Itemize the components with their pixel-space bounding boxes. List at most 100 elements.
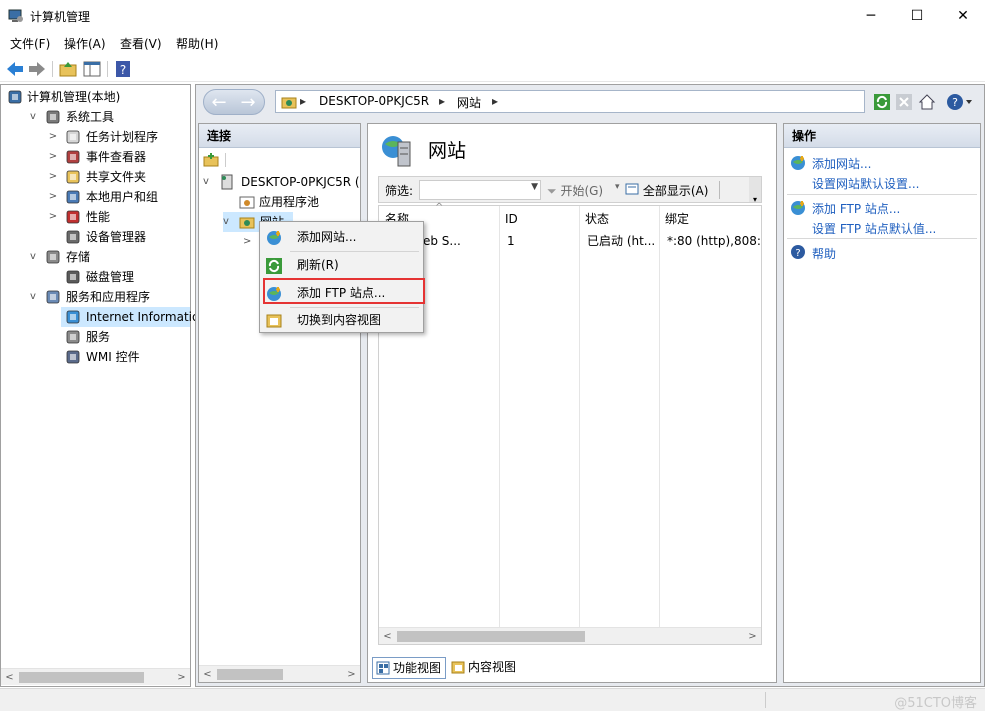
expanded-chevron-icon[interactable]: v — [27, 247, 39, 267]
connections-horizontal-scrollbar[interactable]: < > — [199, 665, 360, 682]
back-arrow-icon[interactable] — [5, 59, 25, 79]
tree-horizontal-scrollbar[interactable]: < > — [1, 668, 190, 685]
tab-content-view[interactable]: 内容视图 — [448, 657, 520, 679]
filter-input[interactable]: ▼ — [419, 180, 541, 200]
window-title: 计算机管理 — [30, 10, 91, 24]
maximize-button[interactable]: ☐ — [894, 0, 940, 32]
tree-item-11[interactable]: Internet Information S — [61, 307, 218, 327]
toolbar: ? — [0, 55, 985, 82]
breadcrumb-sites[interactable]: 网站 — [457, 94, 481, 111]
home-icon[interactable] — [918, 93, 936, 114]
list-horizontal-scrollbar[interactable]: < > — [379, 627, 761, 644]
tree-item-10[interactable]: v 服务和应用程序 — [1, 287, 190, 307]
help-icon: ? — [790, 244, 806, 263]
svg-text:?: ? — [795, 248, 800, 259]
site-id-cell: 1 — [507, 234, 515, 248]
tree-item-2[interactable]: > 任务计划程序 — [1, 127, 190, 147]
main-title: 网站 — [428, 140, 467, 162]
content-view-icon — [266, 312, 282, 338]
filter-dropdown-icon[interactable]: ▼ — [531, 182, 538, 192]
tree-item-8[interactable]: v 存储 — [1, 247, 190, 267]
tree-item-13[interactable]: WMI 控件 — [1, 347, 190, 367]
tree-item-3[interactable]: > 事件查看器 — [1, 147, 190, 167]
breadcrumb: ▸ DESKTOP-0PKJC5R ▸ 网站 ▸ — [275, 90, 865, 113]
sites-list: 名称 ^ ID 状态 绑定 ault Web S... 1 已启动 (ht...… — [378, 202, 762, 645]
help-icon[interactable]: ? — [113, 59, 133, 79]
collapsed-chevron-icon[interactable]: > — [47, 147, 59, 167]
scroll-right-icon[interactable]: > — [173, 669, 190, 686]
scroll-thumb[interactable] — [217, 669, 283, 680]
menu-file[interactable]: 文件(F) — [10, 35, 50, 52]
column-binding[interactable]: 绑定 — [659, 208, 689, 230]
sites-globe-icon — [380, 134, 414, 171]
menu-action[interactable]: 操作(A) — [64, 35, 106, 52]
show-all-icon — [625, 183, 643, 198]
close-button[interactable]: ✕ — [940, 0, 985, 32]
collapsed-chevron-icon[interactable]: > — [47, 207, 59, 227]
tree-item-6[interactable]: > 性能 — [1, 207, 190, 227]
tree-item-7[interactable]: 设备管理器 — [1, 227, 190, 247]
tree-item-label: 事件查看器 — [86, 150, 147, 164]
scroll-left-icon[interactable]: < — [1, 669, 18, 686]
features-view-icon — [376, 661, 390, 681]
nav-back-icon[interactable]: ← — [207, 93, 231, 115]
status-bar: @51CTO博客 — [0, 688, 985, 711]
tab-features-view[interactable]: 功能视图 — [372, 657, 447, 681]
column-status[interactable]: 状态 — [579, 208, 609, 230]
collapsed-chevron-icon[interactable]: > — [47, 167, 59, 187]
ctx-refresh[interactable]: 刷新(R) — [262, 252, 421, 278]
filter-scroll-icon[interactable]: ▾ — [749, 177, 761, 204]
expanded-chevron-icon[interactable]: v — [27, 107, 39, 127]
context-menu: 添加网站... 刷新(R) 添加 FTP 站点... 切换到内容视图 — [259, 221, 424, 333]
scroll-right-icon[interactable]: > — [343, 666, 360, 683]
tree-item-0[interactable]: 计算机管理(本地) — [1, 87, 190, 107]
tree-item-5[interactable]: > 本地用户和组 — [1, 187, 190, 207]
site-binding-cell: *:80 (http),808:* ( — [667, 234, 761, 248]
tree-item-4[interactable]: > 共享文件夹 — [1, 167, 190, 187]
minimize-button[interactable]: ─ — [848, 0, 894, 32]
up-folder-icon[interactable] — [58, 59, 78, 79]
tree-item-9[interactable]: 磁盘管理 — [1, 267, 190, 287]
collapsed-chevron-icon[interactable]: > — [47, 187, 59, 207]
collapsed-chevron-icon[interactable]: > — [47, 127, 59, 147]
action-website-defaults[interactable]: 设置网站默认设置... — [812, 175, 919, 192]
action-help[interactable]: 帮助 — [812, 245, 836, 262]
action-add-ftp-site[interactable]: 添加 FTP 站点... — [812, 200, 900, 217]
watermark: @51CTO博客 — [894, 696, 977, 711]
scroll-left-icon[interactable]: < — [379, 628, 396, 645]
action-ftp-defaults[interactable]: 设置 FTP 站点默认值... — [812, 220, 936, 237]
address-bar: ← → ▸ DESKTOP-0PKJC5R ▸ 网站 ▸ ? — [198, 88, 978, 116]
add-connection-icon[interactable] — [203, 152, 219, 171]
nav-forward-icon[interactable]: → — [236, 93, 260, 115]
add-website-icon — [790, 155, 806, 174]
breadcrumb-server[interactable]: DESKTOP-0PKJC5R — [319, 94, 429, 108]
start-filter-button[interactable]: ⏷ 开始(G) — [547, 182, 603, 199]
action-add-website[interactable]: 添加网站... — [812, 155, 871, 172]
wmi-icon — [65, 349, 81, 371]
refresh-icon[interactable] — [874, 94, 890, 113]
show-all-button[interactable]: 全部显示(A) — [625, 182, 708, 199]
scroll-thumb[interactable] — [19, 672, 144, 683]
help-dropdown-icon[interactable]: ? — [946, 93, 974, 114]
menu-help[interactable]: 帮助(H) — [176, 35, 218, 52]
ctx-add-website[interactable]: 添加网站... — [262, 224, 421, 250]
services-apps-icon — [45, 289, 61, 311]
menu-view[interactable]: 查看(V) — [120, 35, 162, 52]
content-view-icon — [451, 660, 465, 680]
tree-item-label: 共享文件夹 — [86, 170, 147, 184]
column-id[interactable]: ID — [499, 208, 518, 230]
ctx-switch-content-view[interactable]: 切换到内容视图 — [262, 307, 421, 333]
scroll-thumb[interactable] — [397, 631, 585, 642]
expanded-chevron-icon[interactable]: v — [27, 287, 39, 307]
tree-item-12[interactable]: 服务 — [1, 327, 190, 347]
svg-text:?: ? — [120, 63, 126, 77]
stop-icon[interactable] — [896, 94, 912, 113]
tree-item-label: 性能 — [86, 210, 111, 224]
tree-item-1[interactable]: v 系统工具 — [1, 107, 190, 127]
scroll-right-icon[interactable]: > — [744, 628, 761, 645]
tree-item-label: WMI 控件 — [86, 350, 140, 364]
scroll-left-icon[interactable]: < — [199, 666, 216, 683]
console-tree-icon[interactable] — [82, 59, 102, 79]
console-tree: 计算机管理(本地) v 系统工具 > 任务计划程序 > 事件查看器 > 共享文件夹 > 本地用户和组… — [0, 84, 218, 687]
forward-arrow-icon[interactable] — [27, 59, 47, 79]
